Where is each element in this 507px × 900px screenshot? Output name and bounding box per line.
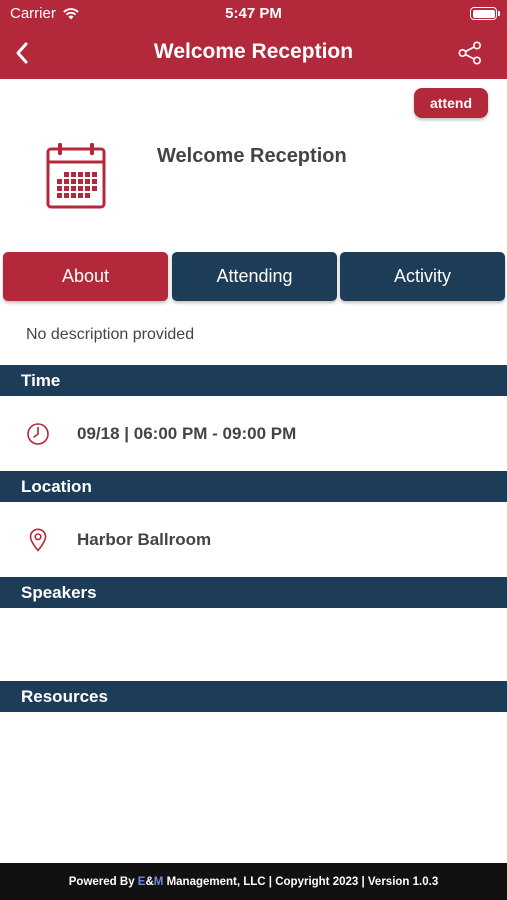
tab-attending[interactable]: Attending — [172, 252, 337, 301]
top-bar: Carrier 5:47 PM Welcome Reception — [0, 0, 507, 79]
footer-brand-e: E — [137, 875, 146, 888]
tab-bar: About Attending Activity — [3, 252, 505, 301]
navigation-bar: Welcome Reception — [0, 28, 507, 79]
section-header-resources: Resources — [0, 681, 507, 712]
calendar-icon — [45, 142, 109, 210]
tab-activity[interactable]: Activity — [340, 252, 505, 301]
time-row: 09/18 | 06:00 PM - 09:00 PM — [0, 409, 507, 459]
attend-button[interactable]: attend — [414, 88, 488, 118]
footer-brand-amp: & — [145, 875, 154, 888]
status-bar: Carrier 5:47 PM — [0, 0, 507, 28]
footer-prefix: Powered By — [68, 875, 138, 888]
status-time: 5:47 PM — [225, 5, 282, 22]
clock-icon — [26, 422, 50, 446]
tab-about[interactable]: About — [3, 252, 168, 301]
section-header-location: Location — [0, 471, 507, 502]
section-header-speakers: Speakers — [0, 577, 507, 608]
battery-icon — [470, 7, 500, 20]
share-button[interactable] — [455, 38, 485, 68]
footer-suffix: Management, LLC | Copyright 2023 | Versi… — [163, 875, 439, 888]
page-title: Welcome Reception — [153, 40, 354, 63]
event-description: No description provided — [26, 326, 195, 343]
event-location: Harbor Ballroom — [77, 530, 212, 549]
event-title: Welcome Reception — [157, 145, 347, 167]
footer-brand-m: M — [153, 875, 164, 888]
event-time: 09/18 | 06:00 PM - 09:00 PM — [77, 424, 297, 443]
location-row: Harbor Ballroom — [0, 515, 507, 565]
section-header-time: Time — [0, 365, 507, 396]
footer: Powered By E & M Management, LLC | Copyrig… — [0, 863, 507, 900]
share-icon — [458, 41, 481, 65]
map-pin-icon — [26, 528, 50, 552]
